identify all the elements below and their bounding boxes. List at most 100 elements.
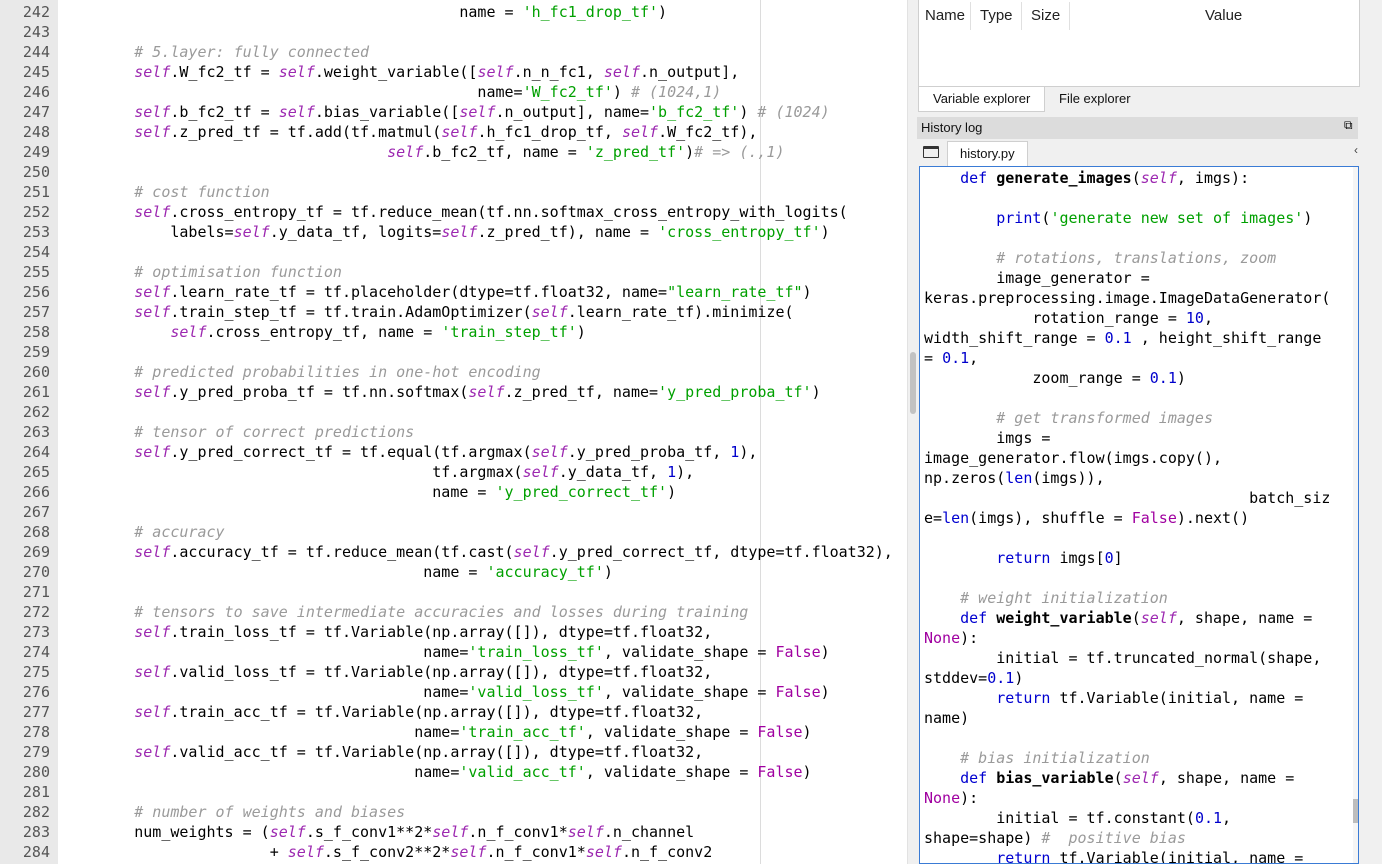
code-line[interactable]: 250 bbox=[0, 162, 907, 182]
code-line[interactable]: 273 self.train_loss_tf = tf.Variable(np.… bbox=[0, 622, 907, 642]
history-line[interactable]: initial = tf.constant(0.1, bbox=[924, 808, 1231, 828]
editor-scrollbar-thumb[interactable] bbox=[910, 352, 916, 414]
code-line[interactable]: 261 self.y_pred_proba_tf = tf.nn.softmax… bbox=[0, 382, 907, 402]
column-header-type[interactable]: Type bbox=[980, 0, 1013, 32]
code-token: bias_variable bbox=[996, 769, 1114, 787]
tab-history-py[interactable]: history.py bbox=[947, 141, 1028, 166]
code-line[interactable]: 281 bbox=[0, 782, 907, 802]
history-line[interactable]: return tf.Variable(initial, name = bbox=[924, 688, 1303, 708]
variable-explorer-table[interactable]: ^ Name Type Size Value bbox=[918, 0, 1360, 87]
code-line[interactable]: 284 + self.s_f_conv2**2*self.n_f_conv1*s… bbox=[0, 842, 907, 862]
code-line[interactable]: 270 name = 'accuracy_tf') bbox=[0, 562, 907, 582]
history-line[interactable]: image_generator.flow(imgs.copy(), bbox=[924, 448, 1222, 468]
history-line[interactable]: def generate_images(self, imgs): bbox=[924, 168, 1249, 188]
code-line[interactable]: 265 tf.argmax(self.y_data_tf, 1), bbox=[0, 462, 907, 482]
history-line[interactable]: batch_siz bbox=[924, 488, 1330, 508]
code-line[interactable]: 263 # tensor of correct predictions bbox=[0, 422, 907, 442]
code-line[interactable]: 260 # predicted probabilities in one-hot… bbox=[0, 362, 907, 382]
code-token: ) bbox=[612, 83, 631, 101]
code-line[interactable]: 255 # optimisation function bbox=[0, 262, 907, 282]
history-line[interactable]: return tf.Variable(initial, name = bbox=[924, 848, 1303, 863]
code-line[interactable]: 271 bbox=[0, 582, 907, 602]
code-editor[interactable]: 242 name = 'h_fc1_drop_tf') 243 244 # 5.la… bbox=[0, 0, 907, 864]
history-line[interactable]: def weight_variable(self, shape, name = bbox=[924, 608, 1312, 628]
code-line[interactable]: 283 num_weights = (self.s_f_conv1**2*sel… bbox=[0, 822, 907, 842]
code-line[interactable]: 275 self.valid_loss_tf = tf.Variable(np.… bbox=[0, 662, 907, 682]
code-line[interactable]: 268 # accuracy bbox=[0, 522, 907, 542]
line-number: 256 bbox=[22, 283, 50, 301]
undock-icon[interactable]: ⧉ bbox=[1344, 119, 1354, 131]
history-line[interactable]: rotation_range = 10, bbox=[924, 308, 1213, 328]
code-line[interactable]: 267 bbox=[0, 502, 907, 522]
history-scrollbar-thumb[interactable] bbox=[1353, 799, 1358, 823]
code-line[interactable]: 262 bbox=[0, 402, 907, 422]
code-line[interactable]: 256 self.learn_rate_tf = tf.placeholder(… bbox=[0, 282, 907, 302]
code-line[interactable]: 266 name = 'y_pred_correct_tf') bbox=[0, 482, 907, 502]
history-line[interactable]: None): bbox=[924, 788, 978, 808]
line-number: 248 bbox=[22, 123, 50, 141]
column-header-size[interactable]: Size bbox=[1031, 0, 1060, 32]
folder-icon[interactable] bbox=[923, 146, 939, 158]
code-token: shape=shape) bbox=[924, 829, 1042, 847]
code-line[interactable]: 279 self.valid_acc_tf = tf.Variable(np.a… bbox=[0, 742, 907, 762]
history-line[interactable]: stddev=0.1) bbox=[924, 668, 1023, 688]
code-line[interactable]: 282 # number of weights and biases bbox=[0, 802, 907, 822]
column-header-name[interactable]: Name bbox=[925, 0, 965, 32]
history-line[interactable]: # get transformed images bbox=[924, 408, 1213, 428]
line-number: 281 bbox=[22, 783, 50, 801]
code-line[interactable]: 274 name='train_loss_tf', validate_shape… bbox=[0, 642, 907, 662]
column-header-value[interactable]: Value bbox=[1205, 0, 1242, 32]
history-line[interactable]: image_generator = bbox=[924, 268, 1150, 288]
code-line[interactable]: 257 self.train_step_tf = tf.train.AdamOp… bbox=[0, 302, 907, 322]
code-line[interactable]: 242 name = 'h_fc1_drop_tf') bbox=[0, 2, 907, 22]
history-line[interactable]: imgs = bbox=[924, 428, 1050, 448]
code-line[interactable]: 276 name='valid_loss_tf', validate_shape… bbox=[0, 682, 907, 702]
code-line[interactable]: 245 self.W_fc2_tf = self.weight_variable… bbox=[0, 62, 907, 82]
code-line[interactable]: 269 self.accuracy_tf = tf.reduce_mean(tf… bbox=[0, 542, 907, 562]
history-line[interactable]: zoom_range = 0.1) bbox=[924, 368, 1186, 388]
line-number: 284 bbox=[22, 843, 50, 861]
history-line[interactable]: width_shift_range = 0.1 , height_shift_r… bbox=[924, 328, 1321, 348]
chevron-left-icon[interactable]: ‹ bbox=[1354, 143, 1358, 157]
history-log-editor[interactable]: def generate_images(self, imgs): print('… bbox=[919, 166, 1359, 864]
code-line[interactable]: 272 # tensors to save intermediate accur… bbox=[0, 602, 907, 622]
history-line[interactable]: name) bbox=[924, 708, 969, 728]
code-line[interactable]: 246 name='W_fc2_tf') # (1024,1) bbox=[0, 82, 907, 102]
history-line[interactable]: keras.preprocessing.image.ImageDataGener… bbox=[924, 288, 1330, 308]
code-line[interactable]: 280 name='valid_acc_tf', validate_shape … bbox=[0, 762, 907, 782]
history-line[interactable]: = 0.1, bbox=[924, 348, 978, 368]
code-line[interactable]: 252 self.cross_entropy_tf = tf.reduce_me… bbox=[0, 202, 907, 222]
code-line[interactable]: 277 self.train_acc_tf = tf.Variable(np.a… bbox=[0, 702, 907, 722]
code-line[interactable]: 249 self.b_fc2_tf, name = 'z_pred_tf')# … bbox=[0, 142, 907, 162]
code-line[interactable]: 258 self.cross_entropy_tf, name = 'train… bbox=[0, 322, 907, 342]
code-line[interactable]: 278 name='train_acc_tf', validate_shape … bbox=[0, 722, 907, 742]
code-line[interactable]: 248 self.z_pred_tf = tf.add(tf.matmul(se… bbox=[0, 122, 907, 142]
history-line[interactable]: # weight initialization bbox=[924, 588, 1168, 608]
code-line[interactable]: 253 labels=self.y_data_tf, logits=self.z… bbox=[0, 222, 907, 242]
history-line[interactable]: # rotations, translations, zoom bbox=[924, 248, 1276, 268]
history-line[interactable]: # bias initialization bbox=[924, 748, 1150, 768]
code-line[interactable]: 264 self.y_pred_correct_tf = tf.equal(tf… bbox=[0, 442, 907, 462]
code-line[interactable]: 247 self.b_fc2_tf = self.bias_variable([… bbox=[0, 102, 907, 122]
code-text: num_weights = (self.s_f_conv1**2*self.n_… bbox=[62, 822, 694, 842]
history-scrollbar[interactable] bbox=[1353, 167, 1358, 863]
history-line[interactable]: return imgs[0] bbox=[924, 548, 1122, 568]
history-line[interactable]: shape=shape) # positive bias bbox=[924, 828, 1186, 848]
history-line[interactable]: e=len(imgs), shuffle = False).next() bbox=[924, 508, 1249, 528]
history-line[interactable]: def bias_variable(self, shape, name = bbox=[924, 768, 1294, 788]
history-line[interactable]: None): bbox=[924, 628, 978, 648]
code-line[interactable]: 243 bbox=[0, 22, 907, 42]
tab-variable-explorer[interactable]: Variable explorer bbox=[918, 87, 1046, 112]
code-line[interactable]: 244 # 5.layer: fully connected bbox=[0, 42, 907, 62]
code-line[interactable]: 254 bbox=[0, 242, 907, 262]
history-line[interactable]: print('generate new set of images') bbox=[924, 208, 1312, 228]
code-line[interactable]: 259 bbox=[0, 342, 907, 362]
code-line[interactable]: 251 # cost function bbox=[0, 182, 907, 202]
code-token: .z_pred_tf = tf.add(tf.matmul( bbox=[170, 123, 442, 141]
history-line[interactable]: np.zeros(len(imgs)), bbox=[924, 468, 1105, 488]
history-line[interactable]: initial = tf.truncated_normal(shape, bbox=[924, 648, 1321, 668]
tab-file-explorer[interactable]: File explorer bbox=[1045, 87, 1145, 111]
code-token: self bbox=[278, 63, 315, 81]
